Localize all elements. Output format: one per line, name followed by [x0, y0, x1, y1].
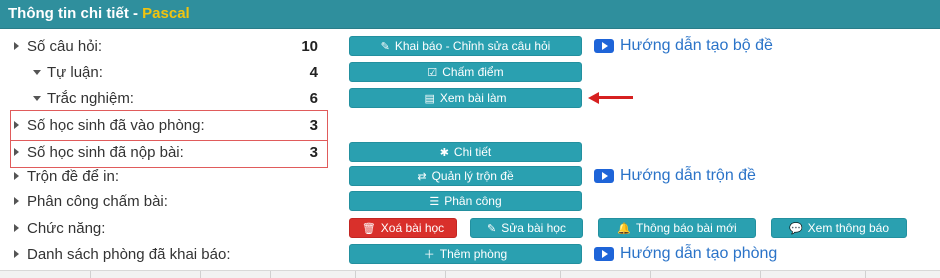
expand-arrow-icon[interactable] — [14, 250, 19, 258]
new-lesson-notice-button[interactable]: 🔔 Thông báo bài mới — [598, 218, 756, 238]
edit-lesson-button[interactable]: ✎ Sửa bài học — [470, 218, 583, 238]
asterisk-icon: ✱ — [439, 146, 449, 159]
grade-button[interactable]: ☑ Chấm điểm — [349, 62, 582, 82]
highlight-box — [10, 110, 328, 141]
row-shuffle-exam: Trộn đề để in: ⇄ Quản lý trộn đề Hướng dẫ… — [0, 165, 940, 189]
collapse-arrow-icon[interactable] — [33, 96, 41, 101]
row-multiple-choice: Trắc nghiệm: 6 ▤ Xem bài làm — [0, 87, 940, 111]
chat-icon: 💬 — [788, 222, 803, 235]
shuffle-icon: ⇄ — [417, 170, 427, 183]
expand-arrow-icon[interactable] — [14, 42, 19, 50]
bell-icon: 🔔 — [617, 222, 632, 235]
red-pointer-arrow — [588, 92, 633, 104]
collapse-arrow-icon[interactable] — [33, 70, 41, 75]
trash-icon: 🗑 — [361, 222, 376, 235]
row-label: Trắc nghiệm: — [47, 90, 134, 107]
view-notices-button[interactable]: 💬 Xem thông báo — [771, 218, 907, 238]
highlight-box — [10, 140, 328, 168]
row-label: Danh sách phòng đã khai báo: — [27, 246, 231, 263]
guide-create-room-link[interactable]: Hướng dẫn tạo phòng — [594, 245, 777, 263]
expand-arrow-icon[interactable] — [14, 197, 19, 205]
row-question-count: Số câu hỏi: 10 ✎ Khai báo - Chỉnh sửa câu… — [0, 35, 940, 59]
row-label: Tự luận: — [47, 64, 103, 81]
assign-button[interactable]: ☰ Phân công — [349, 191, 582, 211]
edit-icon: ✎ — [487, 222, 497, 235]
declare-edit-questions-button[interactable]: ✎ Khai báo - Chỉnh sửa câu hỏi — [349, 36, 582, 56]
row-count: 4 — [309, 64, 318, 81]
row-label: Phân công chấm bài: — [27, 193, 168, 210]
row-label: Số câu hỏi: — [27, 38, 103, 55]
list-icon: ☰ — [429, 195, 440, 208]
manage-shuffle-button[interactable]: ⇄ Quản lý trộn đề — [349, 166, 582, 186]
document-icon: ▤ — [424, 92, 435, 105]
row-room-list: Danh sách phòng đã khai báo: ＋ Thêm phòng… — [0, 243, 940, 267]
subject-name: Pascal — [142, 5, 190, 22]
guide-create-question-set-link[interactable]: Hướng dẫn tạo bộ đề — [594, 37, 773, 55]
row-count: 10 — [301, 38, 318, 55]
view-submissions-button[interactable]: ▤ Xem bài làm — [349, 88, 582, 108]
add-room-button[interactable]: ＋ Thêm phòng — [349, 244, 582, 264]
row-label: Trộn đề để in: — [27, 168, 119, 185]
row-count: 6 — [309, 90, 318, 107]
plus-icon: ＋ — [423, 249, 435, 261]
row-essay: Tự luận: 4 ☑ Chấm điểm — [0, 61, 940, 85]
youtube-icon — [594, 169, 614, 183]
panel-title: Thông tin chi tiết - Pascal — [8, 5, 190, 22]
expand-arrow-icon[interactable] — [14, 172, 19, 180]
row-label: Chức năng: — [27, 220, 106, 237]
youtube-icon — [594, 247, 614, 261]
row-functions: Chức năng: 🗑 Xoá bài học ✎ Sửa bài học 🔔 Th… — [0, 217, 940, 241]
guide-shuffle-link[interactable]: Hướng dẫn trộn đề — [594, 167, 756, 185]
expand-arrow-icon[interactable] — [14, 224, 19, 232]
row-assign-grading: Phân công chấm bài: ☰ Phân công — [0, 190, 940, 214]
edit-icon: ✎ — [380, 40, 390, 53]
delete-lesson-button[interactable]: 🗑 Xoá bài học — [349, 218, 457, 238]
youtube-icon — [594, 39, 614, 53]
check-square-icon: ☑ — [427, 66, 438, 79]
panel-header: Thông tin chi tiết - Pascal — [0, 0, 940, 29]
details-button[interactable]: ✱ Chi tiết — [349, 142, 582, 162]
